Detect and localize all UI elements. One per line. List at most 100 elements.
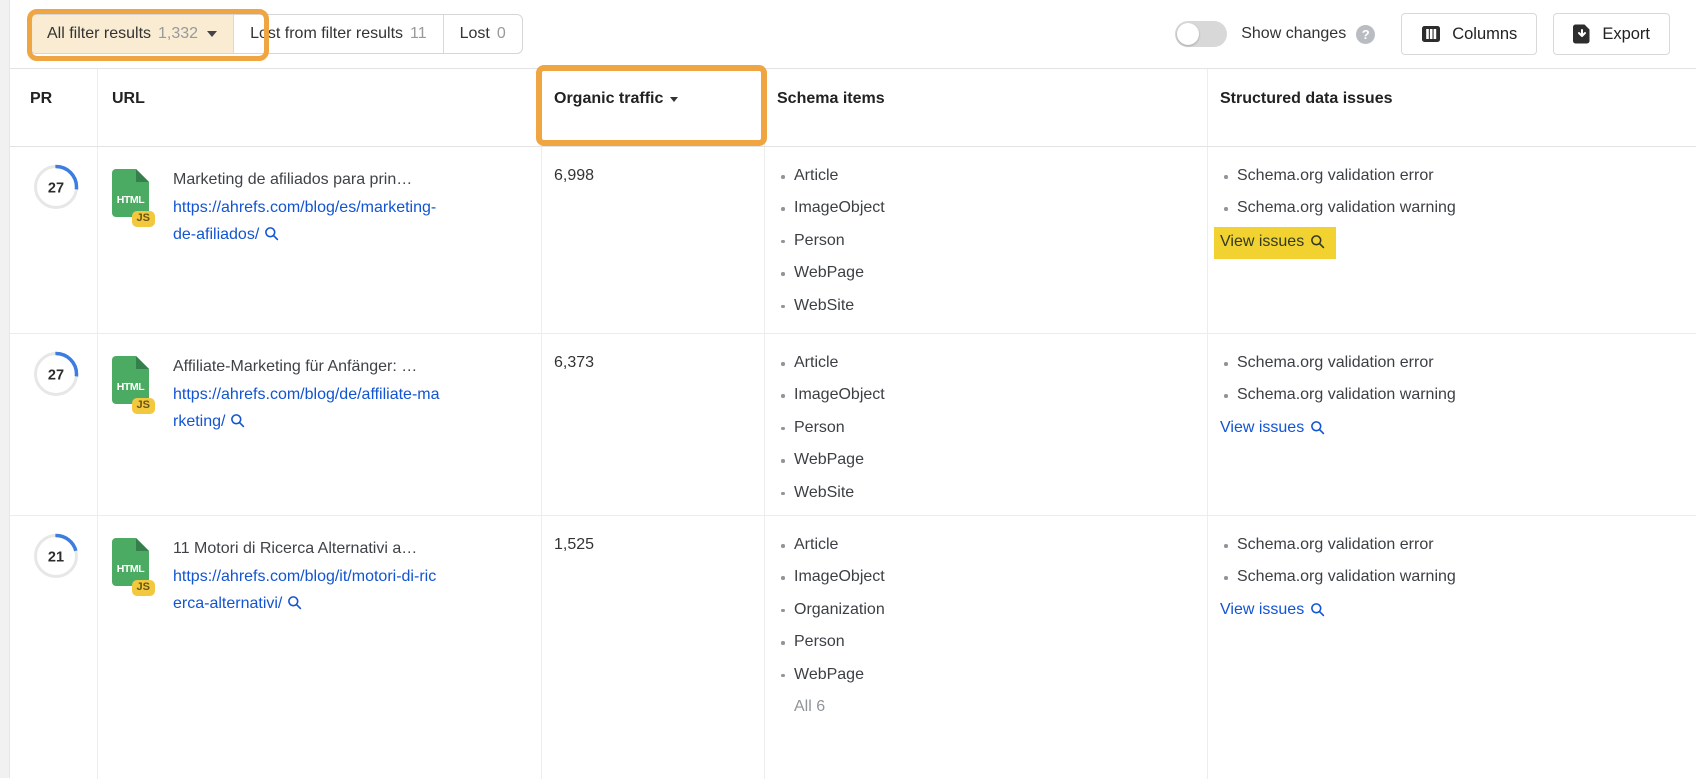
organic-traffic-header-label: Organic traffic: [554, 90, 663, 108]
page-title: Marketing de afiliados para prin…: [173, 166, 436, 193]
schema-item: Organization: [777, 594, 1195, 626]
inspect-url-icon[interactable]: [230, 413, 245, 428]
html-file-icon: HTML JS: [112, 356, 149, 404]
schema-item: Article: [777, 347, 1195, 379]
magnifier-icon: [1310, 602, 1325, 617]
issue-item: Schema.org validation warning: [1220, 561, 1684, 593]
tab-count: 11: [410, 25, 427, 43]
js-badge: JS: [132, 398, 155, 414]
schema-item: Article: [777, 529, 1195, 561]
tab-label: All filter results: [47, 25, 151, 43]
page-url-link[interactable]: https://ahrefs.com/blog/es/marketing- de…: [173, 194, 436, 248]
schema-item: WebPage: [777, 659, 1195, 691]
organic-traffic-cell: 6,998: [542, 147, 765, 333]
issue-item: Schema.org validation error: [1220, 347, 1684, 379]
tab-lost[interactable]: Lost 0: [443, 15, 522, 53]
organic-traffic-cell: 1,525: [542, 516, 765, 779]
column-header-schema-items[interactable]: Schema items: [765, 69, 1208, 146]
pr-cell: 27: [10, 334, 98, 515]
schema-item: Person: [777, 412, 1195, 444]
svg-text:27: 27: [48, 368, 64, 384]
schema-item: Article: [777, 160, 1195, 192]
tab-label: Lost: [460, 25, 490, 43]
js-badge: JS: [132, 580, 155, 596]
tab-all-filter-results[interactable]: All filter results 1,332: [31, 15, 233, 53]
view-issues-link[interactable]: View issues: [1220, 598, 1325, 622]
url-cell: HTML JS 11 Motori di Ricerca Alternativi…: [98, 516, 542, 779]
tab-count: 1,332: [158, 25, 198, 43]
show-changes-label: Show changes: [1241, 25, 1346, 43]
html-file-icon: HTML JS: [112, 538, 149, 586]
toolbar-right: Show changes ? Columns Export: [1175, 13, 1670, 55]
inspect-url-icon[interactable]: [264, 226, 279, 241]
columns-button-label: Columns: [1452, 25, 1517, 44]
url-cell: HTML JS Marketing de afiliados para prin…: [98, 147, 542, 333]
pr-cell: 21: [10, 516, 98, 779]
magnifier-icon: [1310, 420, 1325, 435]
table-header-row: PR URL Organic traffic Schema items Stru…: [10, 69, 1696, 147]
schema-items-all-link[interactable]: All 6: [777, 691, 1195, 723]
table-row: 21 HTML JS 11 Motori di Ricerca Alternat…: [10, 516, 1696, 779]
help-icon[interactable]: ?: [1356, 25, 1375, 44]
file-fold-corner: [136, 169, 149, 182]
schema-item: WebSite: [777, 290, 1195, 322]
inspect-url-icon[interactable]: [287, 595, 302, 610]
export-download-icon: [1573, 24, 1591, 44]
file-fold-corner: [136, 356, 149, 369]
schema-item: WebPage: [777, 257, 1195, 289]
schema-items-cell: Article ImageObject Person WebPage WebSi…: [765, 147, 1208, 333]
schema-item: ImageObject: [777, 379, 1195, 411]
column-header-url[interactable]: URL: [98, 69, 542, 146]
columns-button[interactable]: Columns: [1401, 13, 1537, 55]
view-issues-link[interactable]: View issues: [1214, 227, 1336, 259]
columns-icon: [1421, 24, 1441, 44]
svg-text:27: 27: [48, 181, 64, 197]
schema-items-cell: Article ImageObject Organization Person …: [765, 516, 1208, 779]
column-header-organic-traffic[interactable]: Organic traffic: [542, 69, 765, 146]
schema-item: ImageObject: [777, 561, 1195, 593]
js-badge: JS: [132, 211, 155, 227]
export-button[interactable]: Export: [1553, 13, 1670, 55]
file-type-label: HTML: [112, 194, 149, 206]
page-title: 11 Motori di Ricerca Alternativi a…: [173, 535, 436, 562]
column-header-pr[interactable]: PR: [10, 69, 98, 146]
url-cell: HTML JS Affiliate-Marketing für Anfänger…: [98, 334, 542, 515]
page-url-link[interactable]: https://ahrefs.com/blog/it/motori-di-ric…: [173, 563, 436, 617]
issue-item: Schema.org validation warning: [1220, 192, 1684, 224]
filter-results-tab-group: All filter results 1,332 Lost from filte…: [30, 14, 523, 54]
column-header-structured-data-issues[interactable]: Structured data issues: [1208, 69, 1696, 146]
page-rating-ring: 27: [32, 350, 80, 398]
page-rating-ring: 27: [32, 163, 80, 211]
page-url-link[interactable]: https://ahrefs.com/blog/de/affiliate-ma …: [173, 381, 440, 435]
issue-item: Schema.org validation error: [1220, 160, 1684, 192]
show-changes-toggle[interactable]: [1175, 21, 1227, 47]
structured-data-issues-cell: Schema.org validation error Schema.org v…: [1208, 334, 1696, 515]
structured-data-issues-cell: Schema.org validation error Schema.org v…: [1208, 147, 1696, 333]
caret-down-icon: [207, 31, 217, 37]
schema-item: Person: [777, 225, 1195, 257]
toggle-knob: [1177, 23, 1199, 45]
table-row: 27 HTML JS Affiliate-Marketing für Anfän…: [10, 334, 1696, 516]
schema-item: ImageObject: [777, 192, 1195, 224]
file-fold-corner: [136, 538, 149, 551]
page-left-gutter: [0, 0, 10, 778]
schema-item: WebSite: [777, 477, 1195, 509]
tab-label: Lost from filter results: [250, 25, 403, 43]
pr-cell: 27: [10, 147, 98, 333]
organic-traffic-cell: 6,373: [542, 334, 765, 515]
schema-item: Person: [777, 626, 1195, 658]
tab-lost-from-filter-results[interactable]: Lost from filter results 11: [233, 15, 443, 53]
issue-item: Schema.org validation warning: [1220, 379, 1684, 411]
issue-item: Schema.org validation error: [1220, 529, 1684, 561]
svg-text:21: 21: [48, 550, 64, 566]
html-file-icon: HTML JS: [112, 169, 149, 217]
structured-data-issues-cell: Schema.org validation error Schema.org v…: [1208, 516, 1696, 779]
view-issues-link[interactable]: View issues: [1220, 416, 1325, 440]
tab-count: 0: [497, 25, 506, 43]
magnifier-icon: [1310, 234, 1325, 249]
results-table: PR URL Organic traffic Schema items Stru…: [10, 68, 1696, 779]
schema-items-cell: Article ImageObject Person WebPage WebSi…: [765, 334, 1208, 515]
schema-item: WebPage: [777, 444, 1195, 476]
page-title: Affiliate-Marketing für Anfänger: …: [173, 353, 440, 380]
export-button-label: Export: [1602, 25, 1650, 44]
